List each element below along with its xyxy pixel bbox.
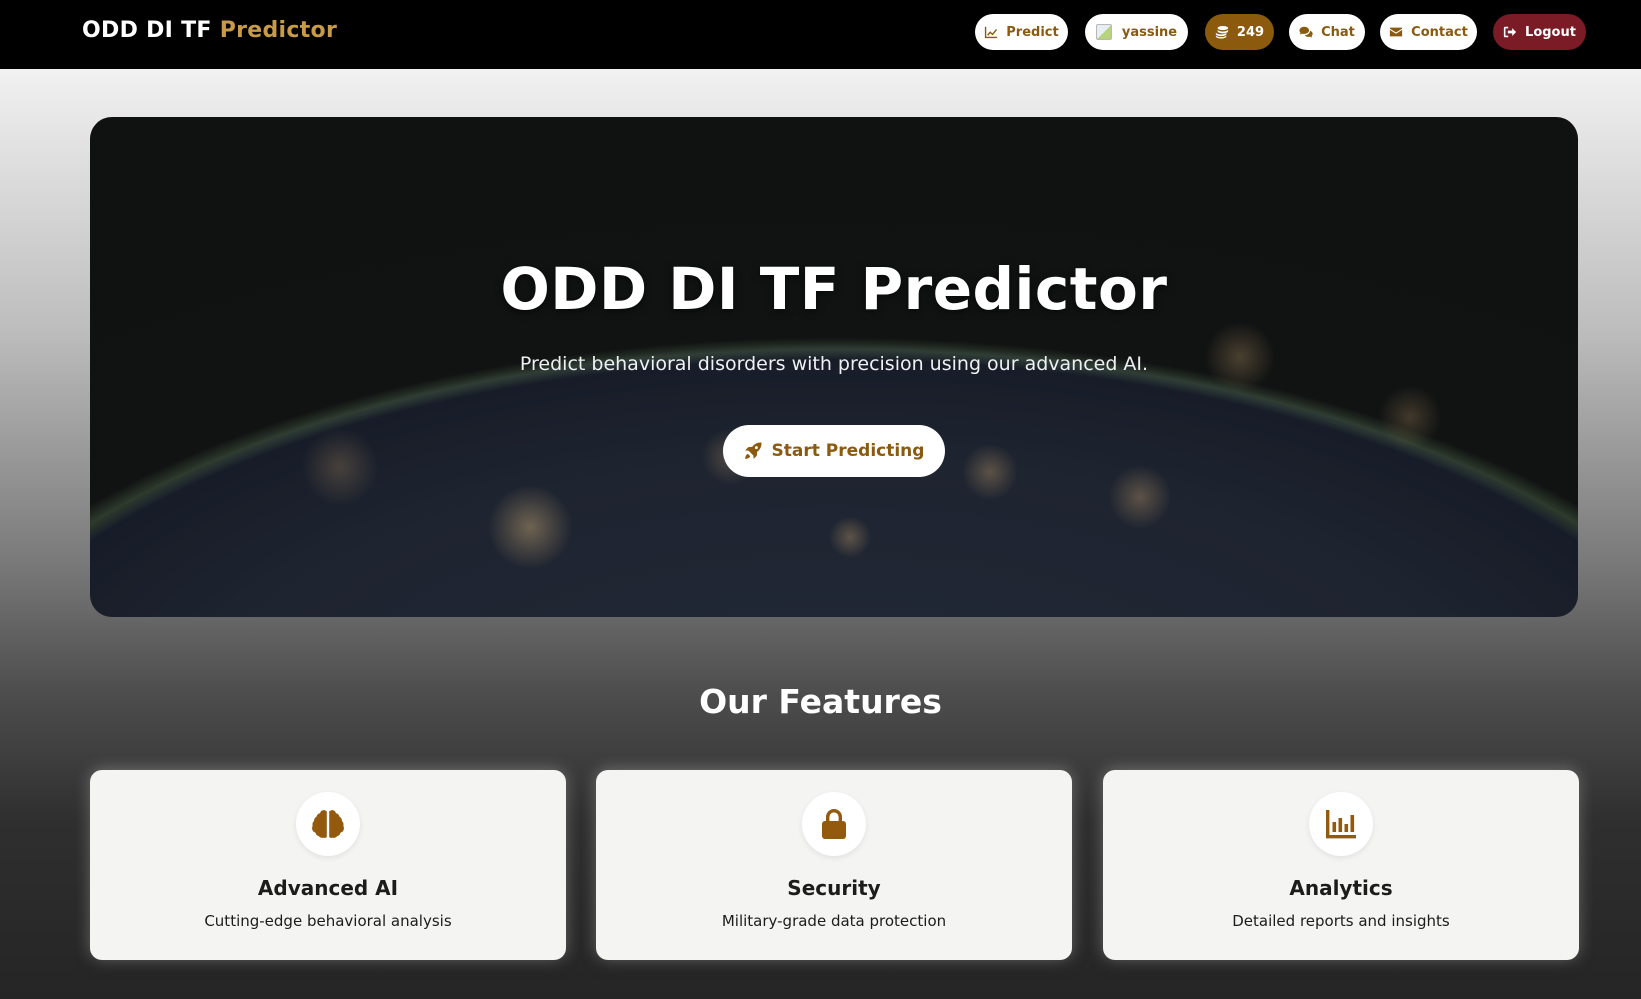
logout-label: Logout — [1525, 24, 1576, 40]
feature-title: Analytics — [1289, 876, 1393, 900]
brand-accent: Predictor — [219, 18, 338, 43]
envelope-icon — [1390, 27, 1403, 37]
chart-line-icon — [985, 26, 998, 39]
hero-subtitle: Predict behavioral disorders with precis… — [519, 353, 1149, 375]
brand-name: ODD DI TF — [82, 18, 212, 43]
feature-description: Cutting-edge behavioral analysis — [204, 912, 452, 930]
features-heading: Our Features — [699, 682, 942, 721]
feature-description: Detailed reports and insights — [1232, 912, 1450, 930]
brand-logo[interactable]: ODD DI TF Predictor — [82, 18, 337, 43]
start-predicting-button[interactable]: Start Predicting — [723, 425, 945, 477]
contact-nav-label: Contact — [1411, 24, 1468, 40]
coins-icon — [1215, 26, 1229, 39]
coins-badge[interactable]: 249 — [1205, 14, 1274, 50]
predict-nav-button[interactable]: Predict — [975, 14, 1068, 50]
lock-icon — [822, 809, 846, 839]
start-predicting-label: Start Predicting — [771, 441, 925, 461]
chat-nav-button[interactable]: Chat — [1289, 14, 1365, 50]
feature-title: Security — [787, 876, 881, 900]
feature-card-advanced-ai: Advanced AI Cutting-edge behavioral anal… — [90, 770, 566, 960]
sign-out-icon — [1503, 26, 1517, 38]
rocket-icon — [744, 442, 761, 459]
logout-button[interactable]: Logout — [1493, 14, 1586, 50]
feature-card-security: Security Military-grade data protection — [596, 770, 1072, 960]
contact-nav-button[interactable]: Contact — [1380, 14, 1477, 50]
chat-nav-label: Chat — [1321, 24, 1355, 40]
hero-title: ODD DI TF Predictor — [500, 255, 1168, 323]
hero-banner: ODD DI TF Predictor Predict behavioral d… — [90, 117, 1578, 617]
feature-description: Military-grade data protection — [721, 912, 947, 930]
chart-bar-icon — [1326, 810, 1356, 839]
user-name: yassine — [1121, 24, 1178, 40]
brain-icon — [312, 810, 344, 838]
comments-icon — [1299, 26, 1313, 38]
top-navbar: ODD DI TF Predictor Predict yassine 249 … — [0, 0, 1641, 69]
feature-title: Advanced AI — [257, 876, 399, 900]
predict-nav-label: Predict — [1006, 24, 1059, 40]
user-profile-button[interactable]: yassine — [1085, 14, 1188, 50]
feature-card-analytics: Analytics Detailed reports and insights — [1103, 770, 1579, 960]
coins-count: 249 — [1236, 24, 1265, 40]
avatar — [1095, 24, 1112, 40]
